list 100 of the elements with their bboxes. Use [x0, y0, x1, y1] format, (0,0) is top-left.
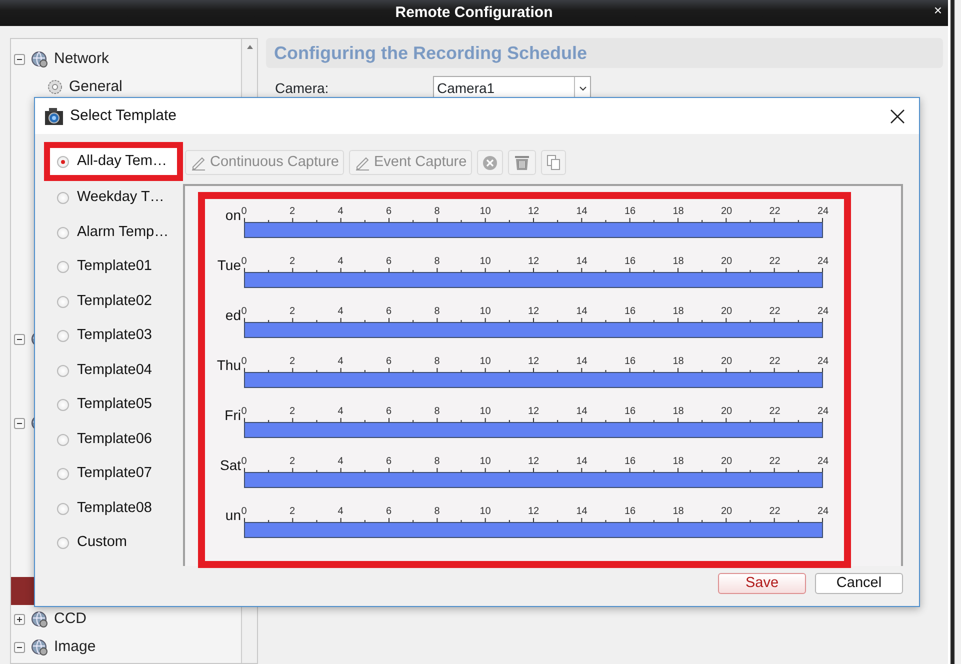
hour-label: 0 — [241, 306, 247, 318]
tree-label[interactable]: CCD — [54, 608, 86, 630]
save-button[interactable]: Save — [718, 573, 806, 594]
hour-label: 24 — [817, 206, 829, 218]
hour-label: 12 — [528, 356, 540, 368]
collapse-icon[interactable] — [14, 334, 25, 344]
radio-button[interactable] — [57, 537, 69, 550]
close-button[interactable] — [890, 108, 905, 124]
hour-label: 20 — [720, 306, 732, 318]
hour-label: 4 — [338, 356, 344, 368]
radio-button[interactable] — [57, 364, 69, 377]
expand-icon[interactable] — [14, 614, 25, 624]
template-option[interactable]: Template01 — [44, 250, 183, 284]
hour-label: 12 — [528, 406, 540, 418]
clear-button[interactable] — [476, 150, 503, 175]
field-label: Camera: — [275, 78, 330, 98]
hour-label: 0 — [241, 406, 247, 418]
tree-label[interactable]: Image — [54, 636, 96, 658]
hour-label: 16 — [624, 406, 636, 418]
radio-button[interactable] — [57, 502, 69, 515]
hour-label: 8 — [434, 306, 440, 318]
collapse-icon[interactable] — [14, 418, 25, 428]
hour-label: 12 — [528, 306, 540, 318]
hour-label: 0 — [241, 506, 247, 518]
hour-label: 0 — [241, 356, 247, 368]
hour-label: 22 — [769, 256, 780, 268]
radio-button[interactable] — [57, 434, 69, 446]
radio-button[interactable] — [57, 399, 69, 412]
hour-label: 6 — [386, 256, 392, 268]
hour-label: 4 — [338, 306, 344, 318]
hour-label: 0 — [241, 456, 247, 468]
template-option[interactable]: Template05 — [44, 388, 183, 422]
trash-button[interactable] — [508, 150, 536, 175]
template-option[interactable]: Template04 — [44, 354, 183, 388]
hour-label: 22 — [769, 456, 780, 468]
hour-label: 16 — [624, 356, 636, 368]
hour-label: 20 — [720, 206, 732, 218]
hour-label: 22 — [769, 206, 780, 218]
radio-button[interactable] — [57, 330, 69, 342]
copy-button[interactable] — [540, 150, 566, 175]
template-option[interactable]: Template02 — [44, 284, 183, 319]
hour-label: 20 — [720, 256, 732, 268]
cancel-button[interactable]: Cancel — [815, 573, 903, 594]
radio-button[interactable] — [57, 192, 69, 204]
template-option[interactable]: Template08 — [44, 492, 183, 526]
hour-label: 22 — [769, 406, 780, 418]
collapse-icon[interactable] — [14, 642, 25, 652]
template-option[interactable]: Template06 — [44, 422, 183, 457]
hour-label: 4 — [338, 456, 344, 468]
hour-label: 10 — [480, 456, 491, 468]
hour-label: 6 — [386, 306, 392, 318]
radio-button[interactable] — [57, 296, 69, 308]
hour-label: 10 — [480, 406, 491, 418]
template-option[interactable]: Template07 — [44, 457, 183, 492]
hour-label: 24 — [817, 256, 829, 268]
hour-label: 14 — [576, 206, 588, 218]
tree-label[interactable]: Network — [54, 48, 110, 70]
hour-label: 4 — [338, 206, 344, 218]
radio-button[interactable] — [57, 261, 69, 274]
close-button[interactable]: × — [934, 3, 942, 17]
template-option[interactable]: Alarm Temp… — [44, 216, 183, 250]
hour-label: 22 — [769, 306, 780, 318]
hour-label: 0 — [241, 256, 247, 268]
hour-label: 16 — [624, 256, 636, 268]
hour-label: 24 — [817, 456, 829, 468]
hour-label: 14 — [576, 306, 588, 318]
scroll-up-icon[interactable] — [246, 45, 252, 49]
hour-label: 10 — [480, 306, 491, 318]
template-option[interactable]: All-day Tem… — [44, 142, 183, 181]
hour-label: 6 — [386, 456, 392, 468]
template-option[interactable]: Template03 — [44, 319, 183, 354]
collapse-icon[interactable] — [14, 54, 25, 64]
section-heading: Configuring the Recording Schedule — [266, 38, 943, 68]
hour-label: 24 — [817, 356, 829, 368]
hour-label: 4 — [338, 256, 344, 268]
hour-label: 18 — [672, 506, 684, 518]
camera-icon — [44, 106, 64, 126]
template-option[interactable]: Custom — [44, 526, 183, 560]
hour-label: 8 — [434, 356, 440, 368]
hour-label: 24 — [817, 306, 829, 318]
tree-label[interactable]: General — [69, 76, 122, 98]
hour-label: 22 — [769, 506, 780, 518]
radio-button[interactable] — [57, 156, 69, 168]
radio-button[interactable] — [57, 226, 69, 239]
hour-label: 20 — [720, 456, 732, 468]
hour-label: 10 — [480, 256, 491, 268]
hour-label: 14 — [576, 406, 588, 418]
hour-label: 10 — [480, 356, 491, 368]
hour-label: 4 — [338, 406, 344, 418]
template-option[interactable]: Weekday T… — [44, 181, 183, 216]
close-icon — [890, 108, 905, 124]
hour-label: 16 — [624, 456, 636, 468]
globe-gear-icon — [31, 610, 48, 628]
gear-icon — [47, 79, 63, 95]
radio-button[interactable] — [57, 468, 69, 480]
hour-label: 18 — [672, 456, 684, 468]
hour-label: 12 — [528, 506, 540, 518]
hour-label: 18 — [672, 356, 684, 368]
copy-icon — [546, 154, 561, 171]
hour-label: 24 — [817, 406, 829, 418]
